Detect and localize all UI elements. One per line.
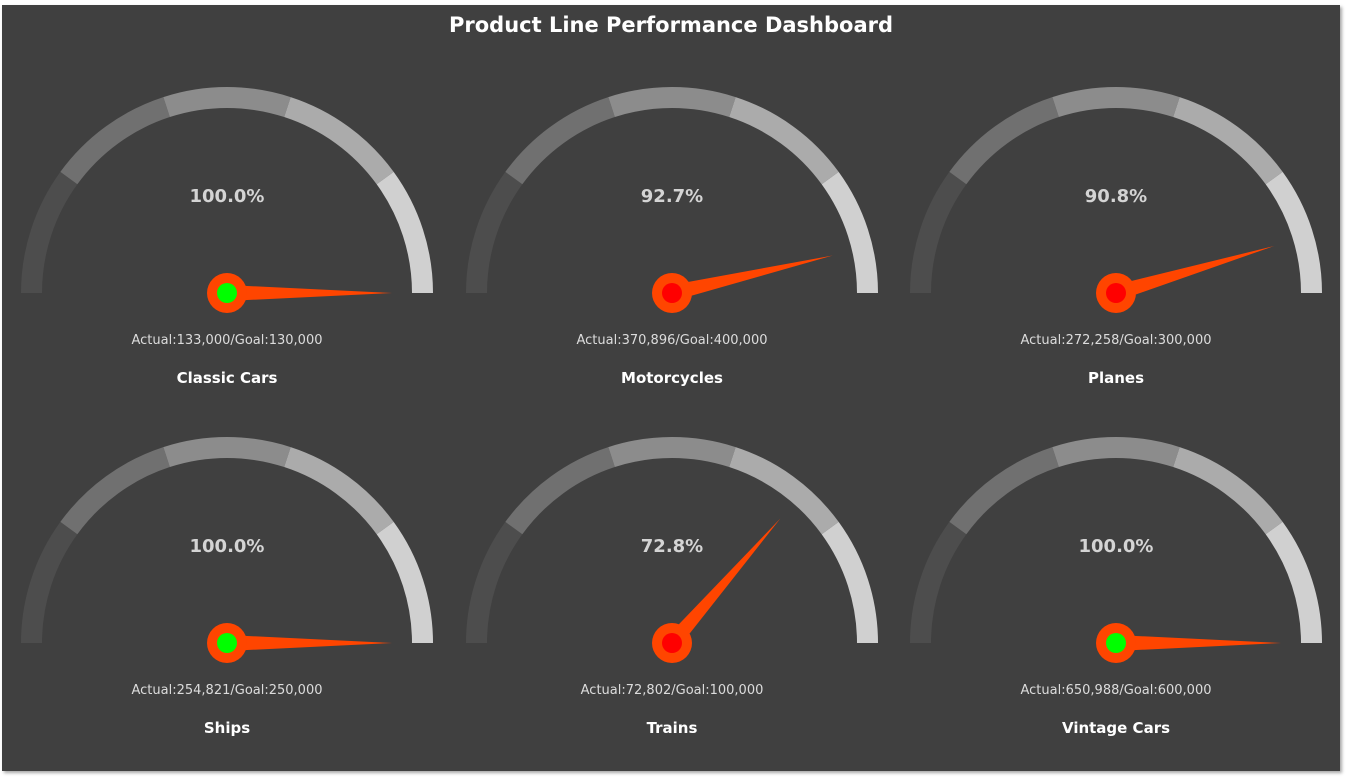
gauge-actual-goal: Actual:133,000/Goal:130,000 (132, 333, 323, 348)
gauge-actual-goal: Actual:72,802/Goal:100,000 (581, 683, 764, 698)
gauge-planes: 90.8% Actual:272,258/Goal:300,000 Planes (910, 87, 1322, 387)
gauge-needle (227, 285, 392, 301)
gauge-title: Ships (204, 719, 250, 737)
gauge-band (505, 97, 615, 185)
gauge-title: Planes (1088, 369, 1144, 387)
gauge-status-indicator (1106, 283, 1126, 303)
gauge-band (910, 521, 967, 643)
gauge-band (821, 171, 878, 293)
gauge-classic-cars: 100.0% Actual:133,000/Goal:130,000 Classic… (21, 87, 433, 387)
gauge-band (376, 171, 433, 293)
gauge-band (21, 521, 78, 643)
gauge-band (821, 521, 878, 643)
gauges-canvas: 100.0% Actual:133,000/Goal:130,000 Classic… (21, 87, 1322, 737)
gauge-needle (227, 635, 392, 651)
gauge-title: Classic Cars (177, 369, 278, 387)
gauge-band (729, 447, 839, 535)
gauge-band (163, 437, 291, 468)
gauge-needle (1113, 245, 1275, 301)
gauge-actual-goal: Actual:254,821/Goal:250,000 (132, 683, 323, 698)
gauge-band (284, 447, 394, 535)
gauge-band (163, 87, 291, 118)
gauge-percent-label: 100.0% (190, 186, 265, 207)
gauge-band (949, 97, 1059, 185)
gauge-percent-label: 100.0% (1079, 536, 1154, 557)
gauge-band (729, 97, 839, 185)
gauge-band (1052, 437, 1180, 468)
gauge-vintage-cars: 100.0% Actual:650,988/Goal:600,000 Vintage… (910, 437, 1322, 737)
gauge-motorcycles: 92.7% Actual:370,896/Goal:400,000 Motorcyc… (466, 87, 878, 387)
gauge-status-indicator (217, 633, 237, 653)
gauge-status-indicator (662, 283, 682, 303)
gauge-band (505, 447, 615, 535)
gauge-needle (1116, 635, 1281, 651)
gauge-needle (670, 255, 833, 301)
gauge-actual-goal: Actual:272,258/Goal:300,000 (1021, 333, 1212, 348)
gauge-percent-label: 100.0% (190, 536, 265, 557)
gauge-band (910, 171, 967, 293)
gauge-band (21, 171, 78, 293)
gauge-percent-label: 72.8% (641, 536, 703, 557)
gauge-band (1173, 97, 1283, 185)
gauge-status-indicator (217, 283, 237, 303)
gauge-band (60, 97, 170, 185)
gauge-band (1265, 171, 1322, 293)
gauge-band (466, 521, 523, 643)
gauge-status-indicator (662, 633, 682, 653)
gauge-band (466, 171, 523, 293)
gauge-percent-label: 90.8% (1085, 186, 1147, 207)
gauge-title: Motorcycles (621, 369, 723, 387)
gauge-title: Trains (647, 719, 698, 737)
gauge-band (1173, 447, 1283, 535)
gauge-actual-goal: Actual:650,988/Goal:600,000 (1021, 683, 1212, 698)
gauge-title: Vintage Cars (1062, 719, 1170, 737)
gauge-band (60, 447, 170, 535)
gauge-band (608, 87, 736, 118)
gauge-band (1265, 521, 1322, 643)
gauge-band (284, 97, 394, 185)
gauge-band (949, 447, 1059, 535)
gauge-trains: 72.8% Actual:72,802/Goal:100,000 Trains (466, 437, 878, 737)
gauge-status-indicator (1106, 633, 1126, 653)
gauge-band (376, 521, 433, 643)
gauge-band (608, 437, 736, 468)
gauge-percent-label: 92.7% (641, 186, 703, 207)
gauge-ships: 100.0% Actual:254,821/Goal:250,000 Ships (21, 437, 433, 737)
gauge-actual-goal: Actual:370,896/Goal:400,000 (577, 333, 768, 348)
gauge-band (1052, 87, 1180, 118)
dashboard-panel: Product Line Performance Dashboard 100.0… (2, 5, 1340, 771)
